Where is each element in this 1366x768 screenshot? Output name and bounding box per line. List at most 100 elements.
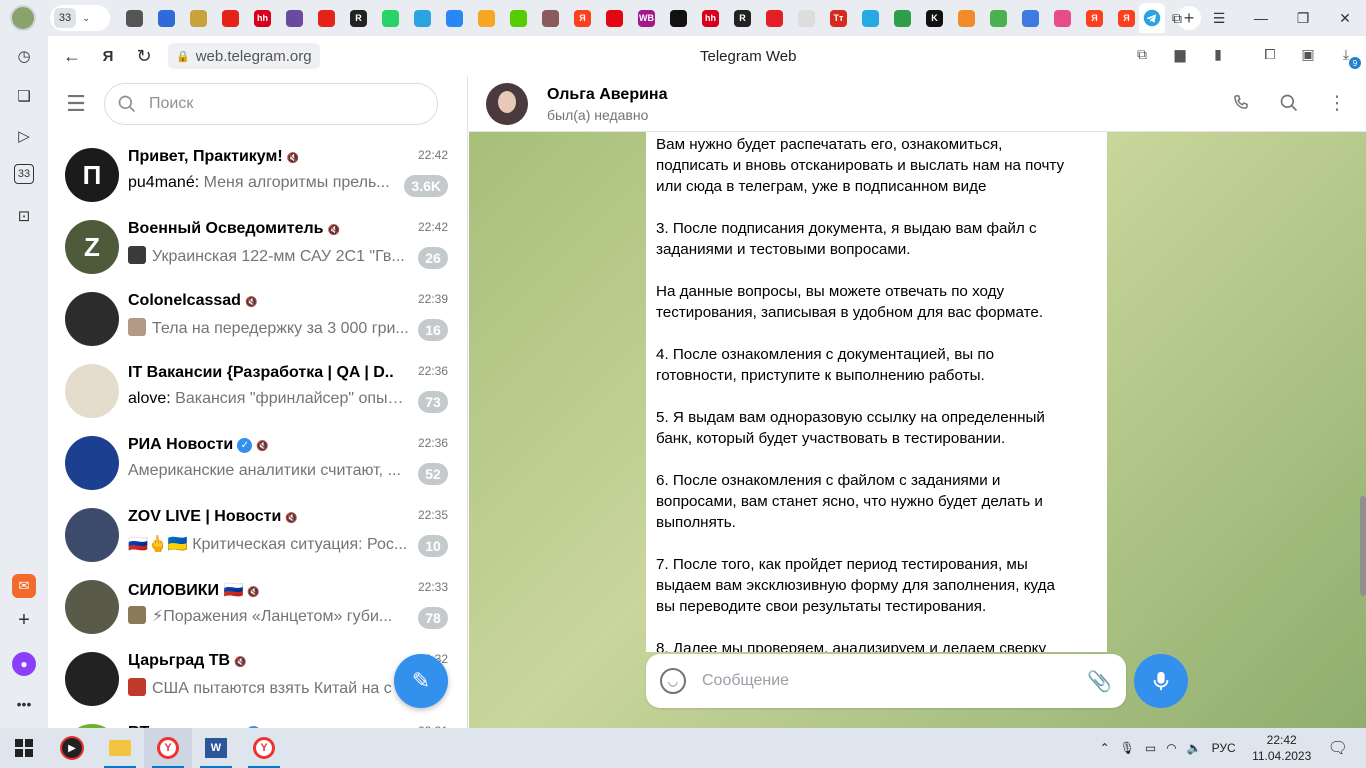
attach-icon[interactable]: 📎 [1087,669,1112,694]
tab-30[interactable]: Я [1082,7,1107,29]
volume-icon[interactable]: 🔈 [1187,741,1202,755]
chat-item[interactable]: IT Вакансии {Разработка | QA | D...🔇 22:3… [48,356,467,428]
chat-item[interactable]: СИЛОВИКИ 🇷🇺 🔇 22:33 ⚡Поражения «Ланцетом» г… [48,572,467,644]
reload-icon[interactable]: ↻ [126,38,162,74]
tab-13[interactable] [538,7,563,29]
word-icon[interactable]: W [192,728,240,768]
restore-button[interactable]: ❐ [1282,10,1324,27]
tab-0[interactable] [122,7,147,29]
translate-icon[interactable]: ⧉ [1130,42,1154,66]
tab-5[interactable] [282,7,307,29]
more-icon[interactable]: ••• [12,692,36,716]
reviews-icon[interactable]: ▆ [1168,42,1192,66]
collections-icon[interactable]: ❏ [12,84,36,108]
chat-item[interactable]: П Привет, Практикум! 🔇 22:42 pu4mané: Меня а… [48,140,467,212]
message-input[interactable]: Сообщение [702,672,1087,690]
emoji-icon[interactable]: ◡ [660,668,686,694]
play-icon[interactable]: ▷ [12,124,36,148]
back-arrow-icon[interactable]: ← [54,38,90,74]
tab-7[interactable]: R [346,7,371,29]
history-icon[interactable]: ◷ [12,44,36,68]
tabs-count-icon[interactable]: 33 [14,164,34,184]
downloads-icon[interactable]: ⤓ 9 [1334,42,1361,69]
tab-9[interactable] [410,7,435,29]
tab-15[interactable] [602,7,627,29]
message-composer[interactable]: ◡ Сообщение 📎 [646,654,1126,708]
preview-sender: alove: [128,390,171,407]
contact-avatar[interactable] [486,82,528,125]
chat-title-text: Царьград ТВ [128,652,231,669]
tab-25[interactable]: K [922,7,947,29]
extension-icon[interactable]: ▣ [1296,42,1320,66]
chevron-up-icon[interactable]: ⌃ [1100,741,1110,755]
collections-action-icon[interactable]: ⧠ [1258,42,1282,66]
language-indicator[interactable]: РУС [1212,741,1236,755]
minimize-button[interactable]: — [1240,10,1282,26]
chat-header[interactable]: Ольга Аверина был(а) недавно ⋮ [469,76,1366,132]
tab-29[interactable] [1050,7,1075,29]
tab-20[interactable] [762,7,787,29]
tab-21[interactable] [794,7,819,29]
tab-26[interactable] [954,7,979,29]
tab-6[interactable] [314,7,339,29]
tab-18[interactable]: hh [698,7,723,29]
tab-14[interactable]: Я [570,7,595,29]
media-thumbnail [128,678,146,696]
add-panel-icon[interactable]: + [12,608,36,632]
hamburger-menu-icon[interactable]: ☰ [48,84,104,124]
browser-tab-strip: 33 ⌄ hh R Я WB hh R Tт K Я Я + ⧉ ☰ — ❐ ✕ [0,0,1366,36]
tab-23[interactable] [858,7,883,29]
tab-2[interactable] [186,7,211,29]
chat-item[interactable]: РИА Новости ✓ 🔇 22:36 Американские аналитики… [48,428,467,500]
media-player-icon[interactable]: ▶ [48,728,96,768]
tab-4[interactable]: hh [250,7,275,29]
phone-icon[interactable] [1230,90,1252,116]
menu-icon[interactable]: ☰ [1198,10,1240,27]
tab-19[interactable]: R [730,7,755,29]
chat-item[interactable]: Colonelcassad 🔇 22:39 Тела на передержку за… [48,284,467,356]
tab-counter-button[interactable]: 33 ⌄ [50,5,110,31]
browser-profile-avatar[interactable] [10,5,36,31]
tt-icon: Tт [830,9,847,27]
yandex-home-icon[interactable]: Я [90,38,126,74]
tab-11[interactable] [474,7,499,29]
clock[interactable]: 22:42 11.04.2023 [1246,732,1318,764]
dots-icon [1054,9,1071,27]
tab-28[interactable] [1018,7,1043,29]
page-scrollbar[interactable] [1360,496,1366,596]
close-button[interactable]: ✕ [1324,10,1366,27]
tab-3[interactable] [218,7,243,29]
wifi-icon[interactable]: ◠ [1166,741,1176,755]
tab-17[interactable] [666,7,691,29]
tab-27[interactable] [986,7,1011,29]
tab-16[interactable]: WB [634,7,659,29]
file-explorer-icon[interactable] [96,728,144,768]
tab-12[interactable] [506,7,531,29]
notification-icon[interactable]: 🗨 [1328,738,1348,758]
search-icon[interactable] [1278,90,1300,116]
yandex-browser-taskbar-icon-2[interactable]: Y [240,728,288,768]
battery-icon[interactable]: ▭ [1145,741,1156,755]
tab-24[interactable] [890,7,915,29]
chat-item[interactable]: RT на русском✓22:31 [48,716,467,728]
new-message-button[interactable]: ✎ [394,654,448,708]
tab-31[interactable]: Я [1114,7,1139,29]
tab-1[interactable] [154,7,179,29]
screenshot-icon[interactable]: ⊡ [12,204,36,228]
yandex-browser-taskbar-icon[interactable]: Y [144,728,192,768]
alice-icon[interactable]: ● [12,652,36,676]
search-input[interactable]: Поиск [104,83,438,125]
url-field[interactable]: 🔒 web.telegram.org [168,43,320,69]
more-vertical-icon[interactable]: ⋮ [1326,90,1348,116]
tab-22[interactable]: Tт [826,7,851,29]
windows-start-icon[interactable] [0,728,48,768]
bookmark-icon[interactable]: ▮ [1206,42,1230,66]
tab-8[interactable] [378,7,403,29]
microphone-tray-icon[interactable]: 🎙 [1120,741,1135,755]
voice-record-button[interactable] [1134,654,1188,708]
mail-app-icon[interactable]: ✉ [12,574,36,598]
bookmarks-panel-icon[interactable]: ⧉ [1156,10,1198,27]
chat-item[interactable]: ZOV LIVE | Новости 🔇 22:35 🇷🇺🖕🇺🇦 Критическа… [48,500,467,572]
tab-10[interactable] [442,7,467,29]
chat-item[interactable]: Z Военный Осведомитель 🔇 22:42 Украинская 12… [48,212,467,284]
